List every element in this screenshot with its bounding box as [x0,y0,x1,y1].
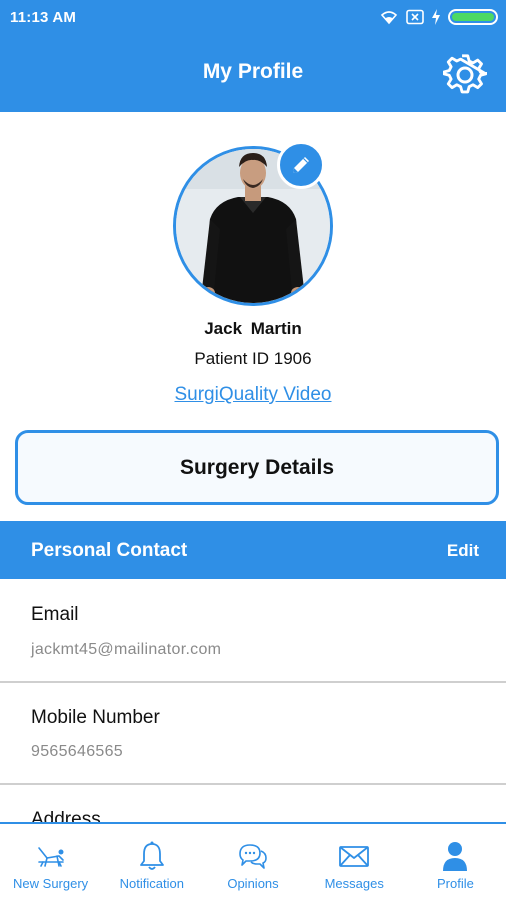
mobile-value: 9565646565 [31,743,123,760]
bottom-tab-bar: New Surgery Notification Opinions Messag… [0,822,506,900]
tab-label: Opinions [227,876,279,891]
section-title: Personal Contact [31,540,188,561]
personal-contact-header: Personal Contact Edit [0,521,506,579]
status-time: 11:13 AM [10,9,77,26]
charging-icon [432,9,440,25]
tab-label: Profile [436,876,474,891]
chat-bubbles-icon [239,844,267,869]
person-icon [443,842,468,871]
edit-contact-button[interactable]: Edit [447,541,479,561]
wifi-icon [380,11,398,25]
sim-off-icon [406,9,424,25]
profile-name: Jack Martin [204,319,302,338]
email-label: Email [31,604,79,625]
tab-notification[interactable]: Notification [101,824,202,900]
status-bar: 11:13 AM [0,0,506,36]
page-title: My Profile [202,60,304,83]
tab-label: Messages [324,876,384,891]
tab-label: New Surgery [13,876,89,891]
address-label: Address [31,809,101,822]
pencil-icon [293,157,309,173]
address-row: Address [0,785,506,822]
profile-section: Jack Martin Patient ID 1906 SurgiQuality… [0,112,506,520]
mobile-row: Mobile Number 9565646565 [0,683,506,783]
edit-photo-button[interactable] [277,141,325,189]
mobile-label: Mobile Number [31,707,160,728]
battery-icon [448,9,498,25]
tab-opinions[interactable]: Opinions [202,824,303,900]
tab-profile[interactable]: Profile [405,824,506,900]
envelope-icon [339,846,370,867]
tab-messages[interactable]: Messages [304,824,405,900]
tab-label: Notification [119,876,184,891]
status-icons [379,9,498,25]
surgery-bed-icon [37,847,64,867]
settings-button[interactable] [442,53,488,97]
gear-icon [442,54,488,94]
app-bar: My Profile [0,36,506,112]
tab-new-surgery[interactable]: New Surgery [0,824,101,900]
email-value: jackmt45@mailinator.com [31,641,222,658]
surgery-details-button[interactable]: Surgery Details [15,430,499,505]
email-row: Email jackmt45@mailinator.com [0,579,506,681]
bell-icon [139,841,164,870]
patient-id: Patient ID 1906 [194,349,312,368]
surgiquality-video-link[interactable]: SurgiQuality Video [0,384,506,406]
